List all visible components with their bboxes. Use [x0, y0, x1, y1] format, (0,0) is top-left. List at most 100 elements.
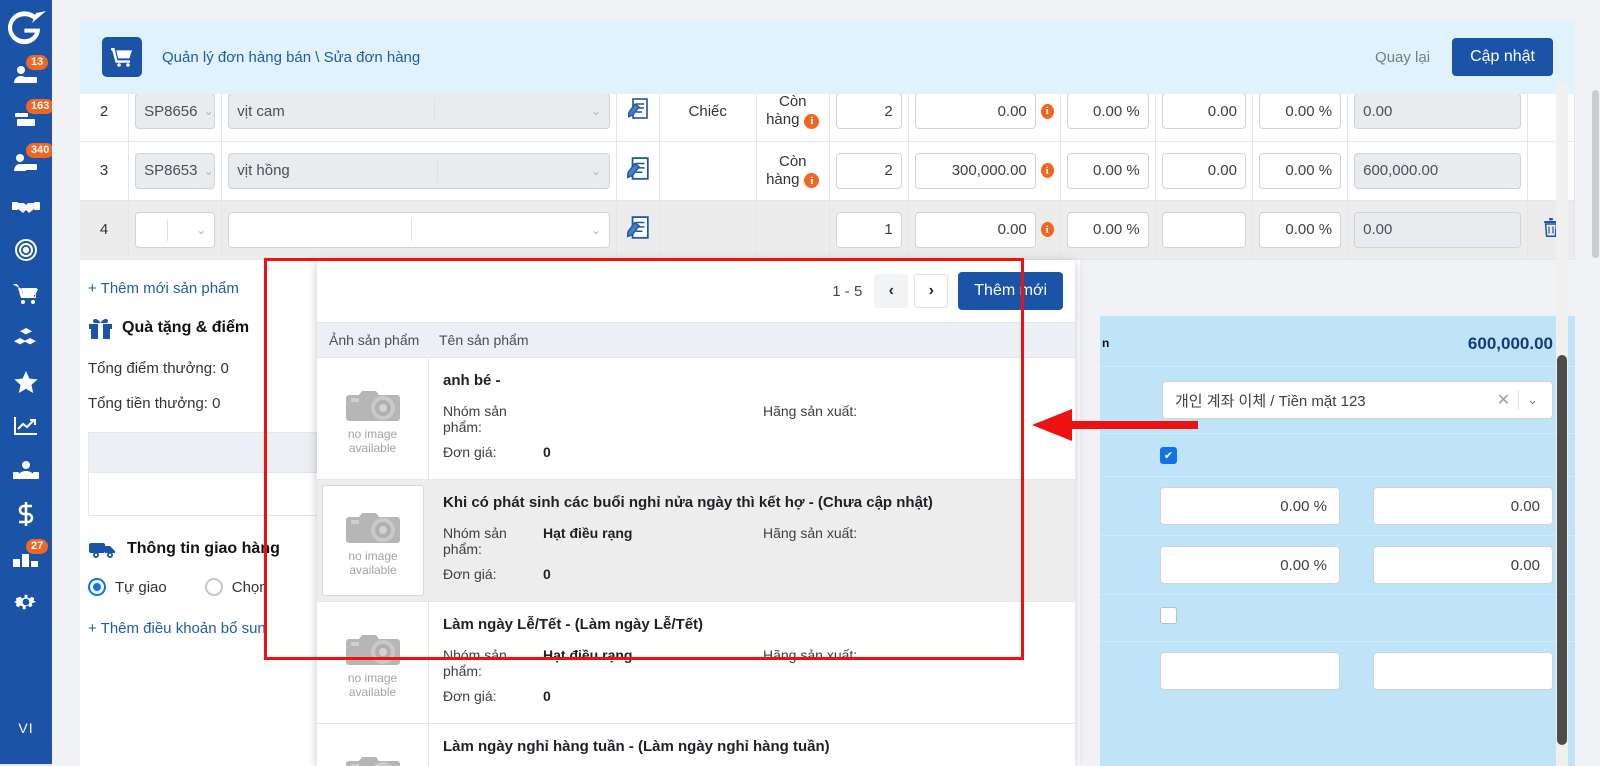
discount-pct-input[interactable]: 0.00 % [1066, 211, 1149, 248]
language-selector[interactable]: VI [0, 720, 52, 736]
edit-note-icon[interactable] [626, 215, 649, 240]
quantity-input[interactable]: 2 [835, 93, 902, 130]
price-input[interactable]: 0.00 [914, 93, 1036, 130]
list-item[interactable]: no imageavailable Làm ngày nghỉ hàng tuầ… [317, 724, 1075, 766]
product-name-cell[interactable]: ⌄ [221, 200, 618, 260]
quantity-input[interactable]: 2 [835, 152, 902, 189]
discount-amt-cell[interactable] [1155, 200, 1253, 260]
product-title: Làm ngày nghỉ hàng tuần - (Làm ngày nghỉ… [443, 738, 830, 755]
discount-pct-input[interactable]: 0.00 % [1066, 152, 1149, 189]
product-code-cell[interactable]: ⌄ [128, 200, 223, 260]
discount-amt-input[interactable]: 0.00 [1161, 152, 1246, 189]
radio-self-delivery[interactable] [88, 578, 106, 596]
discount-amt-cell[interactable]: 0.00 [1155, 141, 1253, 201]
edit-note-icon[interactable] [627, 98, 648, 120]
price-input[interactable]: 0.00 [914, 211, 1036, 248]
sidebar-item-employee[interactable] [0, 448, 52, 492]
panel-input-c2[interactable] [1373, 652, 1553, 690]
info-icon[interactable]: i [1040, 222, 1054, 237]
sidebar-item-dollar[interactable] [0, 492, 52, 536]
add-terms-link[interactable]: + Thêm điều khoản bổ sun [88, 620, 266, 637]
sidebar-item-warehouse[interactable]: 27 [0, 536, 52, 580]
chevron-down-icon[interactable]: ⌄ [190, 223, 206, 237]
sidebar-item-contacts[interactable]: 340 [0, 140, 55, 184]
price-cell[interactable]: 0.00 i [908, 200, 1061, 260]
chevron-down-icon[interactable]: ⌄ [585, 104, 601, 118]
panel-amount-input-a[interactable]: 0.00 [1373, 487, 1553, 525]
product-thumbnail: no imageavailable [317, 358, 429, 479]
sidebar-item-products[interactable] [0, 316, 52, 360]
sidebar-item-cart[interactable] [0, 272, 52, 316]
edit-note-icon[interactable] [626, 156, 649, 181]
next-page-button[interactable]: › [914, 274, 949, 308]
list-item[interactable]: no image available Khi có phát sinh các b… [317, 480, 1075, 602]
no-image-line1: no image [347, 426, 398, 441]
discount-pct-cell[interactable]: 0.00 % [1060, 141, 1156, 201]
info-icon[interactable]: i [804, 113, 820, 129]
breadcrumb[interactable]: Quản lý đơn hàng bán \ Sửa đơn hàng [162, 49, 420, 66]
chevron-down-icon[interactable]: ⌄ [197, 104, 213, 118]
value-price: 0 [543, 688, 551, 704]
option-checkbox-2[interactable] [1160, 607, 1177, 624]
price-cell[interactable]: 300,000.00 i [908, 141, 1061, 201]
price-input[interactable]: 300,000.00 [914, 152, 1036, 189]
sidebar-item-orders[interactable]: 163 [0, 96, 55, 140]
chevron-down-icon[interactable]: ⌄ [585, 164, 601, 178]
prev-page-button[interactable]: ‹ [874, 274, 909, 308]
quantity-cell[interactable]: 1 [829, 200, 909, 260]
sidebar-item-settings[interactable] [0, 580, 52, 624]
product-picker-popup: 1 - 5 ‹ › Thêm mới Ảnh sản phẩm Tên sản … [317, 260, 1075, 766]
attribute-cell[interactable] [616, 200, 660, 260]
quantity-cell[interactable]: 2 [829, 141, 909, 201]
info-icon[interactable]: i [1040, 163, 1054, 178]
update-button[interactable]: Cập nhật [1452, 38, 1553, 76]
discount-pct-input[interactable]: 0.00 % [1066, 93, 1149, 130]
back-link[interactable]: Quay lại [1375, 49, 1430, 66]
add-new-product-button[interactable]: Thêm mới [958, 272, 1063, 310]
sidebar-item-star[interactable] [0, 360, 52, 404]
sidebar-item-target[interactable] [0, 228, 52, 272]
sidebar-item-customers[interactable]: 13 [0, 52, 52, 96]
sidebar-item-chart[interactable] [0, 404, 52, 448]
attribute-cell[interactable] [616, 141, 660, 201]
total-value: 0.00 [1354, 93, 1522, 130]
panel-pct-input-b[interactable]: 0.00 % [1160, 546, 1340, 584]
page-scrollbar-thumb[interactable] [1557, 355, 1567, 745]
product-thumbnail: no imageavailable [322, 485, 424, 596]
discount-amt-input[interactable] [1161, 211, 1246, 248]
chevron-down-icon[interactable]: ⌄ [1519, 392, 1546, 408]
chevron-down-icon[interactable]: ⌄ [197, 164, 213, 178]
info-icon[interactable]: i [1040, 103, 1054, 119]
info-icon[interactable]: i [804, 173, 820, 188]
tax-pct-input[interactable]: 0.00 % [1258, 211, 1342, 248]
tax-pct-cell[interactable]: 0.00 % [1252, 141, 1349, 201]
row-index: 3 [80, 141, 130, 201]
table-row: 3 SP8653 ⌄ vịt hồng ⌄ Còn hàng i 2 300,0… [80, 141, 1575, 201]
panel-input-c1[interactable] [1160, 652, 1340, 690]
discount-pct-cell[interactable]: 0.00 % [1060, 200, 1156, 260]
table-horizontal-scrollbar[interactable] [1592, 90, 1599, 258]
tax-pct-input[interactable]: 0.00 % [1258, 93, 1342, 130]
product-name-cell[interactable]: vịt hồng ⌄ [221, 141, 618, 201]
module-cart-icon[interactable] [102, 37, 142, 77]
chevron-down-icon[interactable]: ⌄ [585, 223, 601, 237]
panel-pct-input-a[interactable]: 0.00 % [1160, 487, 1340, 525]
add-product-link[interactable]: + Thêm mới sản phẩm [88, 280, 239, 297]
list-item[interactable]: no image available Làm ngày Lễ/Tết - (Làm… [317, 602, 1075, 724]
panel-amount-input-b[interactable]: 0.00 [1373, 546, 1553, 584]
product-thumbnail: no imageavailable [317, 724, 429, 766]
sidebar-item-handshake[interactable] [0, 184, 52, 228]
radio-choose-carrier[interactable] [204, 578, 223, 596]
list-item[interactable]: no image available anh bé - Nhóm sản phẩm… [317, 358, 1075, 480]
discount-amt-input[interactable]: 0.00 [1161, 93, 1246, 130]
tax-pct-input[interactable]: 0.00 % [1258, 152, 1342, 189]
app-logo[interactable] [0, 6, 52, 52]
clear-icon[interactable]: ✕ [1489, 390, 1518, 410]
payment-method-select[interactable]: 개인 계좌 이체 / Tiền mặt 123 ✕ ⌄ [1162, 381, 1553, 419]
unit-cell [659, 200, 757, 260]
option-checkbox-1[interactable]: ✔ [1160, 447, 1177, 464]
product-code-cell[interactable]: SP8653 ⌄ [128, 141, 223, 201]
tax-pct-cell[interactable]: 0.00 % [1252, 200, 1349, 260]
no-image-camera-icon [345, 756, 400, 766]
quantity-input[interactable]: 1 [835, 211, 902, 248]
